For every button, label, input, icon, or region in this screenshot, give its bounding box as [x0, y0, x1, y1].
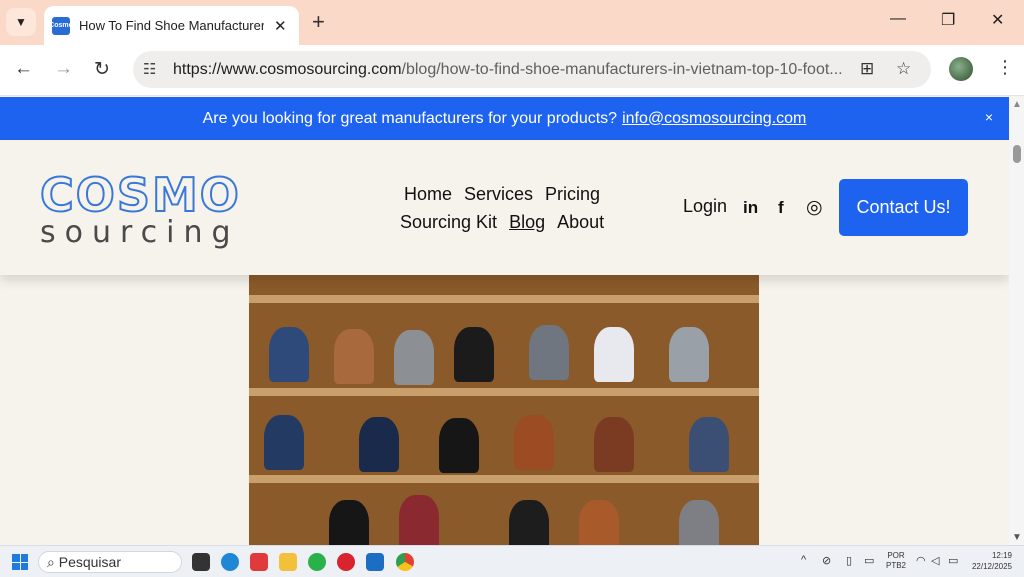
tray-network-off-icon[interactable]: ⊘ — [822, 554, 831, 567]
keyboard-layout: PTB2 — [886, 561, 907, 570]
shoe — [329, 500, 369, 545]
language-code: POR — [887, 551, 905, 560]
site-header: COSMO sourcing Home Services Pricing Sou… — [0, 140, 1009, 275]
announcement-email-link[interactable]: info@cosmosourcing.com — [622, 110, 806, 128]
shelf-2 — [249, 388, 759, 396]
reload-icon[interactable]: ↻ — [94, 58, 110, 81]
address-bar[interactable]: ☷ https://www.cosmosourcing.com/blog/how… — [133, 51, 931, 88]
scroll-down-icon[interactable]: ▼ — [1012, 532, 1022, 543]
app-red-icon[interactable] — [250, 553, 268, 571]
url-host: https://www.cosmosourcing.com — [173, 61, 402, 78]
file-explorer-icon[interactable] — [279, 553, 297, 571]
logo-bottom-text: sourcing — [40, 215, 240, 250]
menu-dots-icon[interactable]: ⋮ — [996, 57, 1014, 78]
tab-title: How To Find Shoe Manufacturers i — [79, 18, 264, 33]
bookmark-star-icon[interactable]: ☆ — [896, 59, 911, 79]
shoe — [359, 417, 399, 472]
search-icon: ⌕ — [47, 554, 55, 570]
hero-shoe-shelf-image — [249, 275, 759, 545]
linkedin-icon[interactable]: in — [743, 198, 758, 218]
shoe — [439, 418, 479, 473]
shoe — [594, 417, 634, 472]
wifi-icon[interactable]: ◠ — [916, 554, 926, 567]
language-indicator[interactable]: POR PTB2 — [886, 551, 906, 571]
shelf-1 — [249, 295, 759, 303]
favicon-icon: Cosmo — [49, 16, 73, 35]
nav-row-1: Home Services Pricing — [400, 180, 615, 208]
instagram-icon[interactable]: ◎ — [806, 196, 823, 219]
close-window-icon[interactable]: ✕ — [991, 10, 1004, 30]
taskbar-search-label: Pesquisar — [58, 554, 121, 570]
announcement-text: Are you looking for great manufacturers … — [202, 109, 618, 127]
nav-home[interactable]: Home — [404, 184, 452, 205]
battery-icon[interactable]: ▭ — [948, 554, 958, 567]
nav-services[interactable]: Services — [464, 184, 533, 205]
taskbar-search[interactable]: ⌕ Pesquisar — [38, 551, 182, 573]
opera-icon[interactable] — [337, 553, 355, 571]
profile-avatar[interactable] — [949, 57, 973, 81]
edge-icon[interactable] — [221, 553, 239, 571]
shoe — [529, 325, 569, 380]
chevron-down-icon: ▼ — [15, 15, 27, 29]
clock-date: 22/12/2025 — [971, 562, 1012, 571]
restore-icon[interactable]: ❐ — [941, 10, 955, 30]
login-link[interactable]: Login — [683, 196, 727, 217]
nav-pricing[interactable]: Pricing — [545, 184, 600, 205]
shoe — [394, 330, 434, 385]
shoe — [594, 327, 634, 382]
contact-us-button[interactable]: Contact Us! — [839, 179, 968, 236]
page-scrollbar[interactable]: ▲ ▼ — [1009, 97, 1024, 545]
system-clock[interactable]: 12:19 22/12/2025 — [970, 550, 1012, 572]
windows-taskbar: ⌕ Pesquisar ^ ⊘ ▯ ▭ POR PTB2 ◠ ◁ ▭ 12:19… — [0, 545, 1024, 577]
url-text[interactable]: https://www.cosmosourcing.com/blog/how-t… — [173, 61, 853, 79]
shoe — [269, 327, 309, 382]
shoe — [669, 327, 709, 382]
cosmo-logo[interactable]: COSMO sourcing — [39, 168, 246, 250]
announcement-bar: Are you looking for great manufacturers … — [0, 97, 1009, 140]
logo-top-text: COSMO — [39, 168, 241, 222]
app-blue-icon[interactable] — [366, 553, 384, 571]
tray-usb-icon[interactable]: ▯ — [846, 554, 852, 567]
scroll-thumb[interactable] — [1013, 145, 1021, 163]
shoe — [579, 500, 619, 545]
close-tab-icon[interactable]: ✕ — [274, 17, 287, 35]
forward-icon[interactable]: → — [54, 58, 73, 80]
back-icon[interactable]: ← — [14, 58, 33, 80]
tray-display-icon[interactable]: ▭ — [864, 554, 874, 567]
new-tab-button[interactable]: + — [312, 9, 325, 35]
nav-about[interactable]: About — [557, 212, 604, 233]
shelf-3 — [249, 475, 759, 483]
chrome-icon[interactable] — [396, 553, 414, 571]
shoe — [679, 500, 719, 545]
clock-time: 12:19 — [991, 551, 1012, 560]
shoe — [509, 500, 549, 545]
shoe — [454, 327, 494, 382]
whatsapp-icon[interactable] — [308, 553, 326, 571]
site-info-icon[interactable]: ☷ — [143, 60, 156, 78]
shoe — [399, 495, 439, 545]
page-viewport: Are you looking for great manufacturers … — [0, 97, 1009, 545]
windows-start-icon[interactable] — [12, 554, 28, 570]
active-tab[interactable]: Cosmo How To Find Shoe Manufacturers i ✕ — [44, 6, 299, 45]
volume-icon[interactable]: ◁ — [931, 554, 939, 567]
shoe — [689, 417, 729, 472]
main-nav: Home Services Pricing Sourcing Kit Blog … — [400, 180, 615, 236]
shoe — [264, 415, 304, 470]
task-view-icon[interactable] — [192, 553, 210, 571]
nav-row-2: Sourcing Kit Blog About — [400, 208, 615, 236]
minimize-icon[interactable]: — — [890, 10, 906, 28]
browser-titlebar: ▼ Cosmo How To Find Shoe Manufacturers i… — [0, 0, 1024, 45]
translate-icon[interactable]: ⊞ — [860, 59, 874, 79]
browser-toolbar: ← → ↻ ☷ https://www.cosmosourcing.com/bl… — [0, 45, 1024, 96]
tray-chevron-up-icon[interactable]: ^ — [801, 554, 806, 566]
shoe — [334, 329, 374, 384]
url-path: /blog/how-to-find-shoe-manufacturers-in-… — [401, 61, 843, 78]
tab-search-button[interactable]: ▼ — [6, 8, 36, 36]
nav-blog[interactable]: Blog — [509, 212, 545, 233]
shoe — [514, 415, 554, 470]
nav-sourcing-kit[interactable]: Sourcing Kit — [400, 212, 497, 233]
facebook-icon[interactable]: f — [778, 198, 784, 218]
scroll-up-icon[interactable]: ▲ — [1012, 99, 1022, 110]
announcement-close-icon[interactable]: × — [985, 109, 993, 125]
